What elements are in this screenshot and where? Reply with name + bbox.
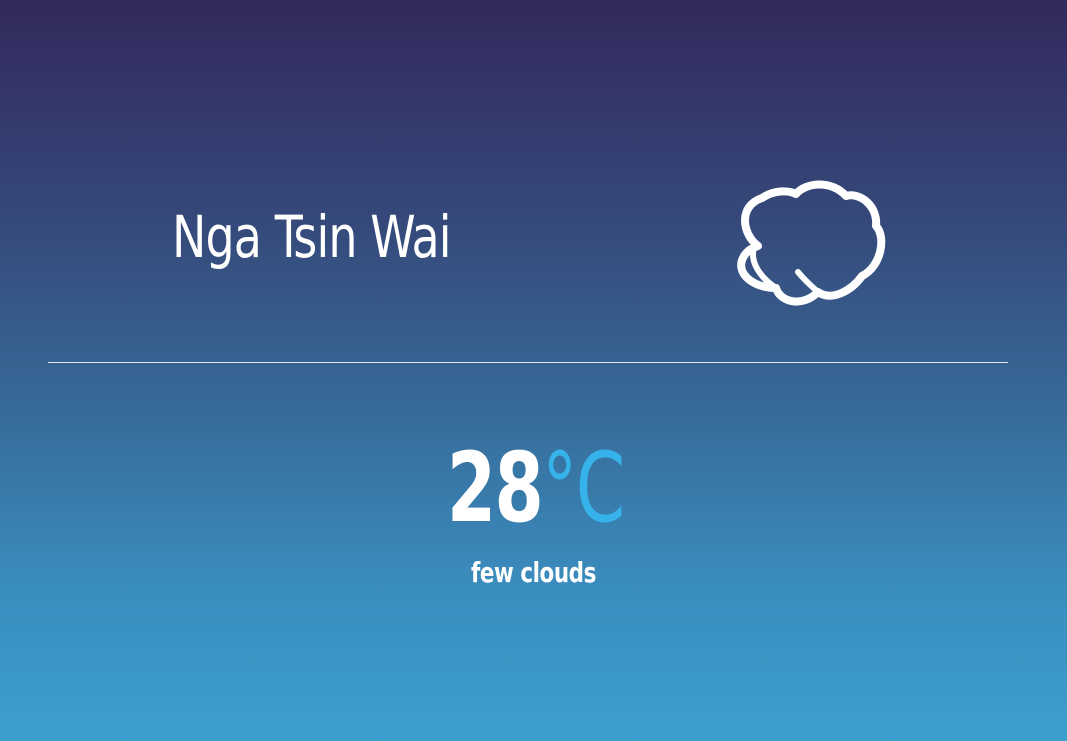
weather-description: few clouds (0, 556, 1067, 590)
city-name: Nga Tsin Wai (172, 203, 452, 271)
temperature-value: 28 (446, 432, 544, 544)
divider (48, 362, 1008, 363)
temperature-unit: °C (541, 432, 625, 544)
weather-description-text: few clouds (471, 556, 596, 589)
weather-header: Nga Tsin Wai (0, 0, 1067, 363)
temperature-display: 28 °C (0, 440, 1067, 536)
cloud-icon (722, 176, 890, 314)
